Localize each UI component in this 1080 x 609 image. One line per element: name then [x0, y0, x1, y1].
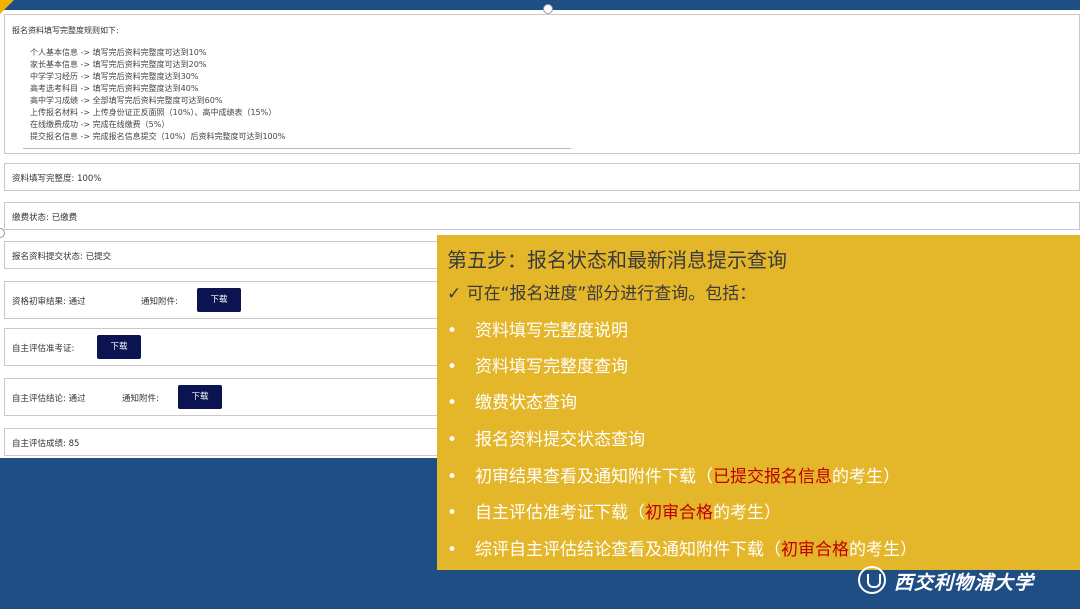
rule-line: 高中学习成绩 -> 全部填写完后资料完整度可达到60% [30, 96, 223, 105]
callout-item: • 综评自主评估结论查看及通知附件下载（初审合格的考生） [447, 540, 917, 560]
callout-item: • 资料填写完整度查询 [447, 357, 628, 377]
university-logo: 西交利物浦大学 [858, 566, 1068, 596]
callout-item: • 初审结果查看及通知附件下载（已提交报名信息的考生） [447, 467, 900, 487]
download-admission-ticket-button[interactable]: 下载 [97, 335, 141, 359]
notice-attachment-label: 通知附件: [122, 394, 159, 404]
rule-line: 中学学习经历 -> 填写完后资料完整度达到30% [30, 72, 199, 81]
divider [23, 148, 571, 149]
notice-attachment-label: 通知附件: [141, 297, 178, 307]
payment-row: 缴费状态: 已缴费 [4, 202, 1080, 230]
rule-line: 家长基本信息 -> 填写完后资料完整度可达到20% [30, 60, 207, 69]
step-five-callout: 第五步：报名状态和最新消息提示查询 ✓ 可在“报名进度”部分进行查询。包括： •… [437, 235, 1080, 570]
bullet-icon: • [447, 540, 458, 560]
callout-item: • 资料填写完整度说明 [447, 321, 628, 341]
completeness-rules-panel: 报名资料填写完整度规则如下: 个人基本信息 -> 填写完后资料完整度可达到10%… [4, 14, 1080, 154]
rule-line: 在线缴费成功 -> 完成在线缴费（5%） [30, 120, 170, 129]
download-assessment-notice-button[interactable]: 下载 [178, 385, 222, 409]
bullet-icon: • [447, 357, 458, 377]
highlight-text: 初审合格 [781, 540, 849, 560]
bullet-icon: • [447, 430, 458, 450]
payment-status: 缴费状态: 已缴费 [12, 213, 78, 223]
submission-status: 报名资料提交状态: 已提交 [12, 252, 112, 262]
completeness-value: 资料填写完整度: 100% [12, 174, 102, 184]
bullet-icon: • [447, 321, 458, 341]
download-notice-button[interactable]: 下载 [197, 288, 241, 312]
callout-subtitle: ✓ 可在“报名进度”部分进行查询。包括： [447, 284, 757, 304]
assessment-result: 自主评估结论: 通过 [12, 394, 86, 404]
resize-handle-icon[interactable] [543, 4, 553, 14]
assessment-score: 自主评估成绩: 85 [12, 439, 80, 449]
callout-title: 第五步：报名状态和最新消息提示查询 [447, 248, 787, 272]
rule-line: 提交报名信息 -> 完成报名信息提交（10%）后资料完整度可达到100% [30, 132, 286, 141]
callout-item: • 缴费状态查询 [447, 393, 577, 413]
completeness-row: 资料填写完整度: 100% [4, 163, 1080, 191]
top-bar [0, 0, 1080, 10]
rule-line: 个人基本信息 -> 填写完后资料完整度可达到10% [30, 48, 207, 57]
highlight-text: 初审合格 [645, 503, 713, 523]
rule-line: 高考选考科目 -> 填写完后资料完整度达到40% [30, 84, 199, 93]
bullet-icon: • [447, 393, 458, 413]
admission-ticket-label: 自主评估准考证: [12, 344, 75, 354]
bullet-icon: • [447, 467, 458, 487]
rules-title: 报名资料填写完整度规则如下: [12, 26, 119, 35]
logo-text: 西交利物浦大学 [894, 572, 1035, 594]
shield-icon [858, 566, 886, 594]
callout-item: • 报名资料提交状态查询 [447, 430, 645, 450]
bullet-icon: • [447, 503, 458, 523]
initial-review-result: 资格初审结果: 通过 [12, 297, 86, 307]
callout-item: • 自主评估准考证下载（初审合格的考生） [447, 503, 781, 523]
highlight-text: 已提交报名信息 [713, 467, 832, 487]
rule-line: 上传报名材料 -> 上传身份证正反面照（10%）、高中成绩表（15%） [30, 108, 277, 117]
